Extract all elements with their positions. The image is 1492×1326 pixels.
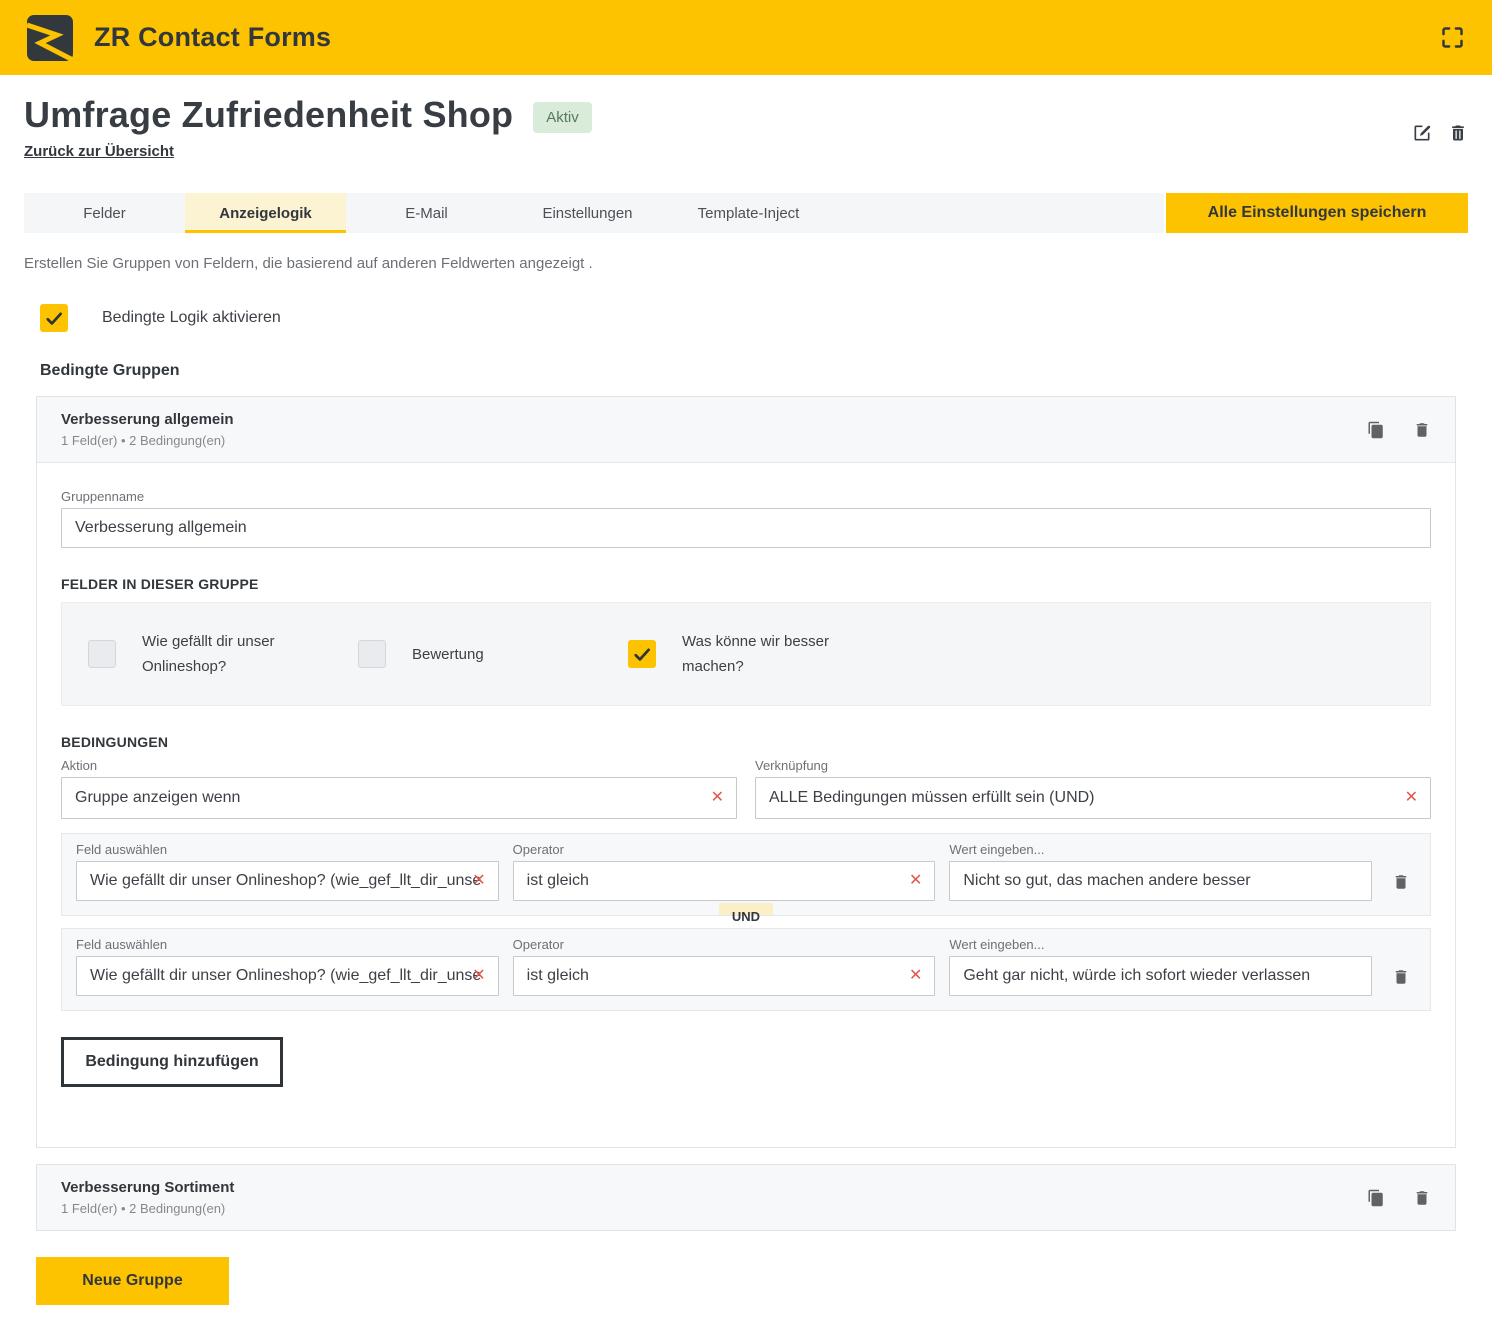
tab-anzeigelogik[interactable]: Anzeigelogik — [185, 193, 346, 233]
condition-value-input[interactable] — [949, 861, 1372, 901]
field-option-bewertung[interactable]: Bewertung — [358, 629, 628, 679]
condition-operator-select[interactable]: ist gleich ✕ — [513, 956, 936, 996]
group-title: Verbesserung allgemein — [61, 411, 234, 428]
tab-row: Felder Anzeigelogik E-Mail Einstellungen… — [24, 193, 1468, 233]
joiner-badge: UND — [719, 903, 773, 915]
app-title: ZR Contact Forms — [94, 22, 331, 53]
condition-operator-label: Operator — [513, 842, 936, 857]
check-icon — [632, 644, 652, 664]
condition-value-label: Wert eingeben... — [949, 842, 1372, 857]
delete-condition-icon[interactable] — [1392, 873, 1410, 891]
page-description: Erstellen Sie Gruppen von Feldern, die b… — [24, 255, 1468, 272]
clear-icon[interactable]: ✕ — [909, 968, 922, 984]
groups-heading: Bedingte Gruppen — [24, 362, 1468, 380]
clear-icon[interactable]: ✕ — [472, 873, 485, 889]
field-option-onlineshop[interactable]: Wie gefällt dir unser Onlineshop? — [88, 629, 358, 679]
app-logo-icon — [26, 14, 74, 62]
clear-icon[interactable]: ✕ — [472, 968, 485, 984]
enable-logic-label: Bedingte Logik aktivieren — [102, 309, 281, 327]
group-meta: 1 Feld(er) • 2 Bedingung(en) — [61, 1201, 234, 1216]
tab-einstellungen[interactable]: Einstellungen — [507, 193, 668, 233]
field-option-label: Wie gefällt dir unser Onlineshop? — [142, 629, 300, 679]
field-option-besser-machen[interactable]: Was könne wir besser machen? — [628, 629, 898, 679]
delete-form-icon[interactable] — [1448, 123, 1468, 143]
condition-field-label: Feld auswählen — [76, 937, 499, 952]
condition-operator-select[interactable]: ist gleich ✕ — [513, 861, 936, 901]
link-label: Verknüpfung — [755, 758, 1431, 773]
back-link[interactable]: Zurück zur Übersicht — [24, 143, 174, 160]
group-header[interactable]: Verbesserung allgemein 1 Feld(er) • 2 Be… — [37, 397, 1455, 462]
action-label: Aktion — [61, 758, 737, 773]
field-checkbox[interactable] — [88, 640, 116, 668]
condition-operator-label: Operator — [513, 937, 936, 952]
edit-icon[interactable] — [1412, 123, 1432, 143]
enable-logic-checkbox[interactable] — [40, 304, 68, 332]
link-select[interactable]: ALLE Bedingungen müssen erfüllt sein (UN… — [755, 777, 1431, 819]
condition-field-select[interactable]: Wie gefällt dir unser Onlineshop? (wie_g… — [76, 956, 499, 996]
group-title: Verbesserung Sortiment — [61, 1179, 234, 1196]
delete-condition-icon[interactable] — [1392, 968, 1410, 986]
group-name-label: Gruppenname — [61, 489, 1431, 504]
app-header: ZR Contact Forms — [0, 0, 1492, 75]
field-option-label: Bewertung — [412, 642, 484, 667]
enable-logic-row: Bedingte Logik aktivieren — [24, 304, 1468, 332]
clear-icon[interactable]: ✕ — [909, 873, 922, 889]
field-checkbox[interactable] — [358, 640, 386, 668]
conditions-settings: Aktion Gruppe anzeigen wenn ✕ Verknüpfun… — [61, 758, 1431, 819]
group-body: Gruppenname FELDER IN DIESER GRUPPE Wie … — [37, 462, 1455, 1147]
field-option-label: Was könne wir besser machen? — [682, 629, 840, 679]
fields-box: Wie gefällt dir unser Onlineshop? Bewert… — [61, 602, 1431, 706]
group-name-input[interactable] — [61, 508, 1431, 548]
delete-group-icon[interactable] — [1413, 421, 1431, 439]
field-checkbox[interactable] — [628, 640, 656, 668]
tab-email[interactable]: E-Mail — [346, 193, 507, 233]
new-group-button[interactable]: Neue Gruppe — [36, 1257, 229, 1305]
tab-felder[interactable]: Felder — [24, 193, 185, 233]
fullscreen-icon[interactable] — [1439, 24, 1466, 51]
add-condition-button[interactable]: Bedingung hinzufügen — [61, 1037, 283, 1087]
check-icon — [44, 308, 64, 328]
action-select[interactable]: Gruppe anzeigen wenn ✕ — [61, 777, 737, 819]
tab-template-inject[interactable]: Template-Inject — [668, 193, 829, 233]
page-title: Umfrage Zufriedenheit Shop — [24, 95, 513, 135]
group-card-verbesserung-sortiment: Verbesserung Sortiment 1 Feld(er) • 2 Be… — [36, 1164, 1456, 1231]
conditions-heading: BEDINGUNGEN — [61, 734, 1431, 750]
group-meta: 1 Feld(er) • 2 Bedingung(en) — [61, 433, 234, 448]
main-content: Umfrage Zufriedenheit Shop Aktiv Zurück … — [0, 95, 1492, 1305]
save-all-settings-button[interactable]: Alle Einstellungen speichern — [1166, 193, 1468, 233]
status-badge: Aktiv — [533, 102, 592, 133]
condition-value-label: Wert eingeben... — [949, 937, 1372, 952]
group-card-verbesserung-allgemein: Verbesserung allgemein 1 Feld(er) • 2 Be… — [36, 396, 1456, 1148]
condition-row-2: Feld auswählen Wie gefällt dir unser Onl… — [61, 928, 1431, 1011]
title-row: Umfrage Zufriedenheit Shop Aktiv Zurück … — [24, 95, 1468, 161]
duplicate-group-icon[interactable] — [1367, 1189, 1385, 1207]
condition-field-label: Feld auswählen — [76, 842, 499, 857]
delete-group-icon[interactable] — [1413, 1189, 1431, 1207]
fields-heading: FELDER IN DIESER GRUPPE — [61, 576, 1431, 592]
condition-value-input[interactable] — [949, 956, 1372, 996]
clear-icon[interactable]: ✕ — [711, 790, 724, 806]
duplicate-group-icon[interactable] — [1367, 421, 1385, 439]
tab-bar: Felder Anzeigelogik E-Mail Einstellungen… — [24, 193, 1164, 233]
condition-field-select[interactable]: Wie gefällt dir unser Onlineshop? (wie_g… — [76, 861, 499, 901]
group-header[interactable]: Verbesserung Sortiment 1 Feld(er) • 2 Be… — [37, 1165, 1455, 1230]
clear-icon[interactable]: ✕ — [1405, 790, 1418, 806]
